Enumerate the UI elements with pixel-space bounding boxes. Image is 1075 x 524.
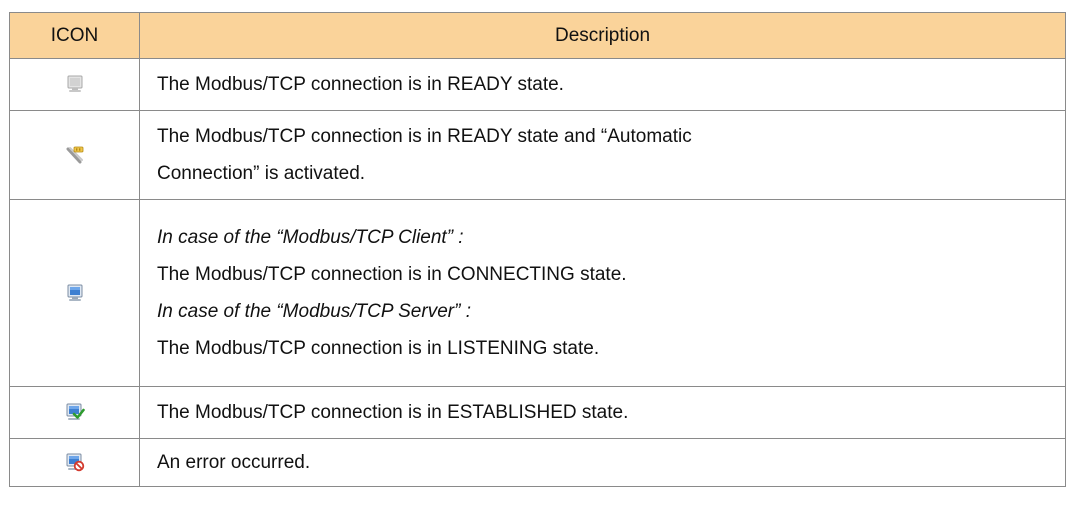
description-cell: The Modbus/TCP connection is in READY st… (139, 110, 1066, 200)
header-description: Description (139, 12, 1066, 59)
monitor-error-icon (65, 452, 85, 472)
description-cell: An error occurred. (139, 438, 1066, 487)
icon-cell (9, 110, 140, 200)
icon-cell (9, 199, 140, 387)
description-line: The Modbus/TCP connection is in LISTENIN… (157, 338, 600, 359)
description-line: The Modbus/TCP connection is in ESTABLIS… (157, 402, 629, 423)
icon-cell (9, 386, 140, 439)
table-row: The Modbus/TCP connection is in READY st… (9, 110, 1066, 200)
description-line-italic: In case of the “Modbus/TCP Server” : (157, 301, 471, 322)
description-line: The Modbus/TCP connection is in READY st… (157, 74, 564, 95)
monitor-connecting-icon (65, 283, 85, 303)
table-header-row: ICON Description (9, 12, 1066, 59)
description-line: An error occurred. (157, 452, 311, 473)
monitor-ready-icon (65, 74, 85, 94)
table-row: An error occurred. (9, 438, 1066, 487)
description-cell: The Modbus/TCP connection is in READY st… (139, 58, 1066, 111)
icon-cell (9, 438, 140, 487)
description-line: The Modbus/TCP connection is in READY st… (157, 126, 692, 147)
monitor-established-icon (65, 402, 85, 422)
monitor-auto-connect-icon (65, 145, 85, 165)
description-cell: In case of the “Modbus/TCP Client” : The… (139, 199, 1066, 387)
table-row: In case of the “Modbus/TCP Client” : The… (9, 199, 1066, 387)
icon-description-table-wrapper: ICON Description The Modbus/TCP connecti… (9, 12, 1066, 487)
description-line: Connection” is activated. (157, 163, 366, 184)
description-line: The Modbus/TCP connection is in CONNECTI… (157, 264, 627, 285)
table-row: The Modbus/TCP connection is in ESTABLIS… (9, 386, 1066, 439)
table-row: The Modbus/TCP connection is in READY st… (9, 58, 1066, 111)
icon-cell (9, 58, 140, 111)
icon-description-table: ICON Description The Modbus/TCP connecti… (9, 12, 1066, 487)
description-line-italic: In case of the “Modbus/TCP Client” : (157, 227, 464, 248)
description-cell: The Modbus/TCP connection is in ESTABLIS… (139, 386, 1066, 439)
header-icon: ICON (9, 12, 140, 59)
